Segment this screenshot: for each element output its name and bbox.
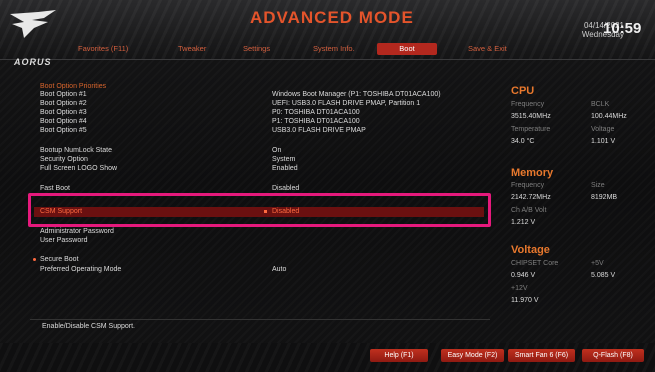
memory-frequency-label: Frequency <box>511 182 545 189</box>
cpu-bclk-value: 100.44MHz <box>591 113 627 120</box>
voltage-title: Voltage <box>511 244 550 256</box>
boot-option-1-value[interactable]: Windows Boot Manager (P1: TOSHIBA DT01AC… <box>272 91 441 98</box>
aorus-eagle-icon <box>10 10 56 38</box>
q-flash-button[interactable]: Q-Flash (F8) <box>582 349 644 362</box>
tab-settings[interactable]: Settings <box>243 44 283 56</box>
numlock-state-label[interactable]: Bootup NumLock State <box>40 147 112 154</box>
fast-boot-value[interactable]: Disabled <box>272 185 299 192</box>
boot-option-3-value[interactable]: P0: TOSHIBA DT01ACA100 <box>272 109 360 116</box>
cpu-frequency-label: Frequency <box>511 101 545 108</box>
plus5v-label: +5V <box>591 260 604 267</box>
tab-tweaker[interactable]: Tweaker <box>178 44 218 56</box>
boot-option-2-label[interactable]: Boot Option #2 <box>40 100 87 107</box>
boot-option-4-value[interactable]: P1: TOSHIBA DT01ACA100 <box>272 118 360 125</box>
tab-favorites[interactable]: Favorites (F11) <box>78 44 148 56</box>
boot-option-1-label[interactable]: Boot Option #1 <box>40 91 87 98</box>
admin-password-label[interactable]: Administrator Password <box>40 228 114 235</box>
fast-boot-label[interactable]: Fast Boot <box>40 185 70 192</box>
preferred-mode-value[interactable]: Auto <box>272 266 286 273</box>
aorus-logo-text: AORUS <box>14 57 52 67</box>
plus12v-value: 11.970 V <box>511 297 539 304</box>
boot-option-3-label[interactable]: Boot Option #3 <box>40 109 87 116</box>
easy-mode-button[interactable]: Easy Mode (F2) <box>441 349 504 362</box>
tab-system-info[interactable]: System Info. <box>313 44 363 56</box>
logo-show-label[interactable]: Full Screen LOGO Show <box>40 165 117 172</box>
preferred-mode-label[interactable]: Preferred Operating Mode <box>40 266 121 273</box>
security-option-value[interactable]: System <box>272 156 295 163</box>
cpu-frequency-value: 3515.40MHz <box>511 113 551 120</box>
chipset-core-label: CHIPSET Core <box>511 260 559 267</box>
boot-option-5-value[interactable]: USB3.0 FLASH DRIVE PMAP <box>272 127 366 134</box>
boot-option-4-label[interactable]: Boot Option #4 <box>40 118 87 125</box>
tab-save-exit[interactable]: Save & Exit <box>468 44 518 56</box>
memory-frequency-value: 2142.72MHz <box>511 194 551 201</box>
user-password-label[interactable]: User Password <box>40 237 87 244</box>
tab-boot[interactable]: Boot <box>377 43 437 55</box>
hardware-info-panel: CPU Frequency BCLK 3515.40MHz 100.44MHz … <box>505 80 645 320</box>
help-button[interactable]: Help (F1) <box>370 349 428 362</box>
memory-title: Memory <box>511 167 554 179</box>
security-option-label[interactable]: Security Option <box>40 156 88 163</box>
cpu-title: CPU <box>511 85 535 97</box>
help-bar: Enable/Disable CSM Support. <box>30 319 490 333</box>
secure-boot-label[interactable]: Secure Boot <box>40 256 79 263</box>
help-text: Enable/Disable CSM Support. <box>42 323 135 330</box>
boot-option-2-value[interactable]: UEFI: USB3.0 FLASH DRIVE PMAP, Partition… <box>272 100 420 107</box>
numlock-state-value[interactable]: On <box>272 147 281 154</box>
bios-screen: AORUS ADVANCED MODE 04/14/2021 Wednesday… <box>0 0 655 372</box>
logo-show-value[interactable]: Enabled <box>272 165 298 172</box>
memory-size-value: 8192MB <box>591 194 618 201</box>
cpu-temperature-value: 34.0 °C <box>511 138 535 145</box>
page-title: ADVANCED MODE <box>250 8 414 27</box>
boot-option-5-label[interactable]: Boot Option #5 <box>40 127 87 134</box>
cpu-temperature-label: Temperature <box>511 126 551 133</box>
boot-priorities-title: Boot Option Priorities <box>40 83 107 90</box>
highlight-box <box>28 193 491 227</box>
plus12v-label: +12V <box>511 285 528 292</box>
memory-size-label: Size <box>591 182 605 189</box>
plus5v-value: 5.085 V <box>591 272 616 279</box>
footer-bar: Help (F1) Easy Mode (F2) Smart Fan 6 (F6… <box>0 343 655 372</box>
time-display: 10:59 <box>603 20 642 37</box>
boot-settings-panel: Boot Option Priorities Boot Option #1 Wi… <box>28 75 496 340</box>
smart-fan-button[interactable]: Smart Fan 6 (F6) <box>508 349 575 362</box>
memory-volt-value: 1.212 V <box>511 219 536 226</box>
chipset-core-value: 0.946 V <box>511 272 536 279</box>
cpu-voltage-label: Voltage <box>591 126 615 133</box>
header-bar: AORUS ADVANCED MODE 04/14/2021 Wednesday… <box>0 0 655 67</box>
aorus-logo: AORUS <box>8 10 60 67</box>
submenu-bullet-icon <box>33 258 36 261</box>
memory-volt-label: Ch A/B Volt <box>511 207 547 214</box>
cpu-voltage-value: 1.101 V <box>591 138 616 145</box>
cpu-bclk-label: BCLK <box>591 101 610 108</box>
